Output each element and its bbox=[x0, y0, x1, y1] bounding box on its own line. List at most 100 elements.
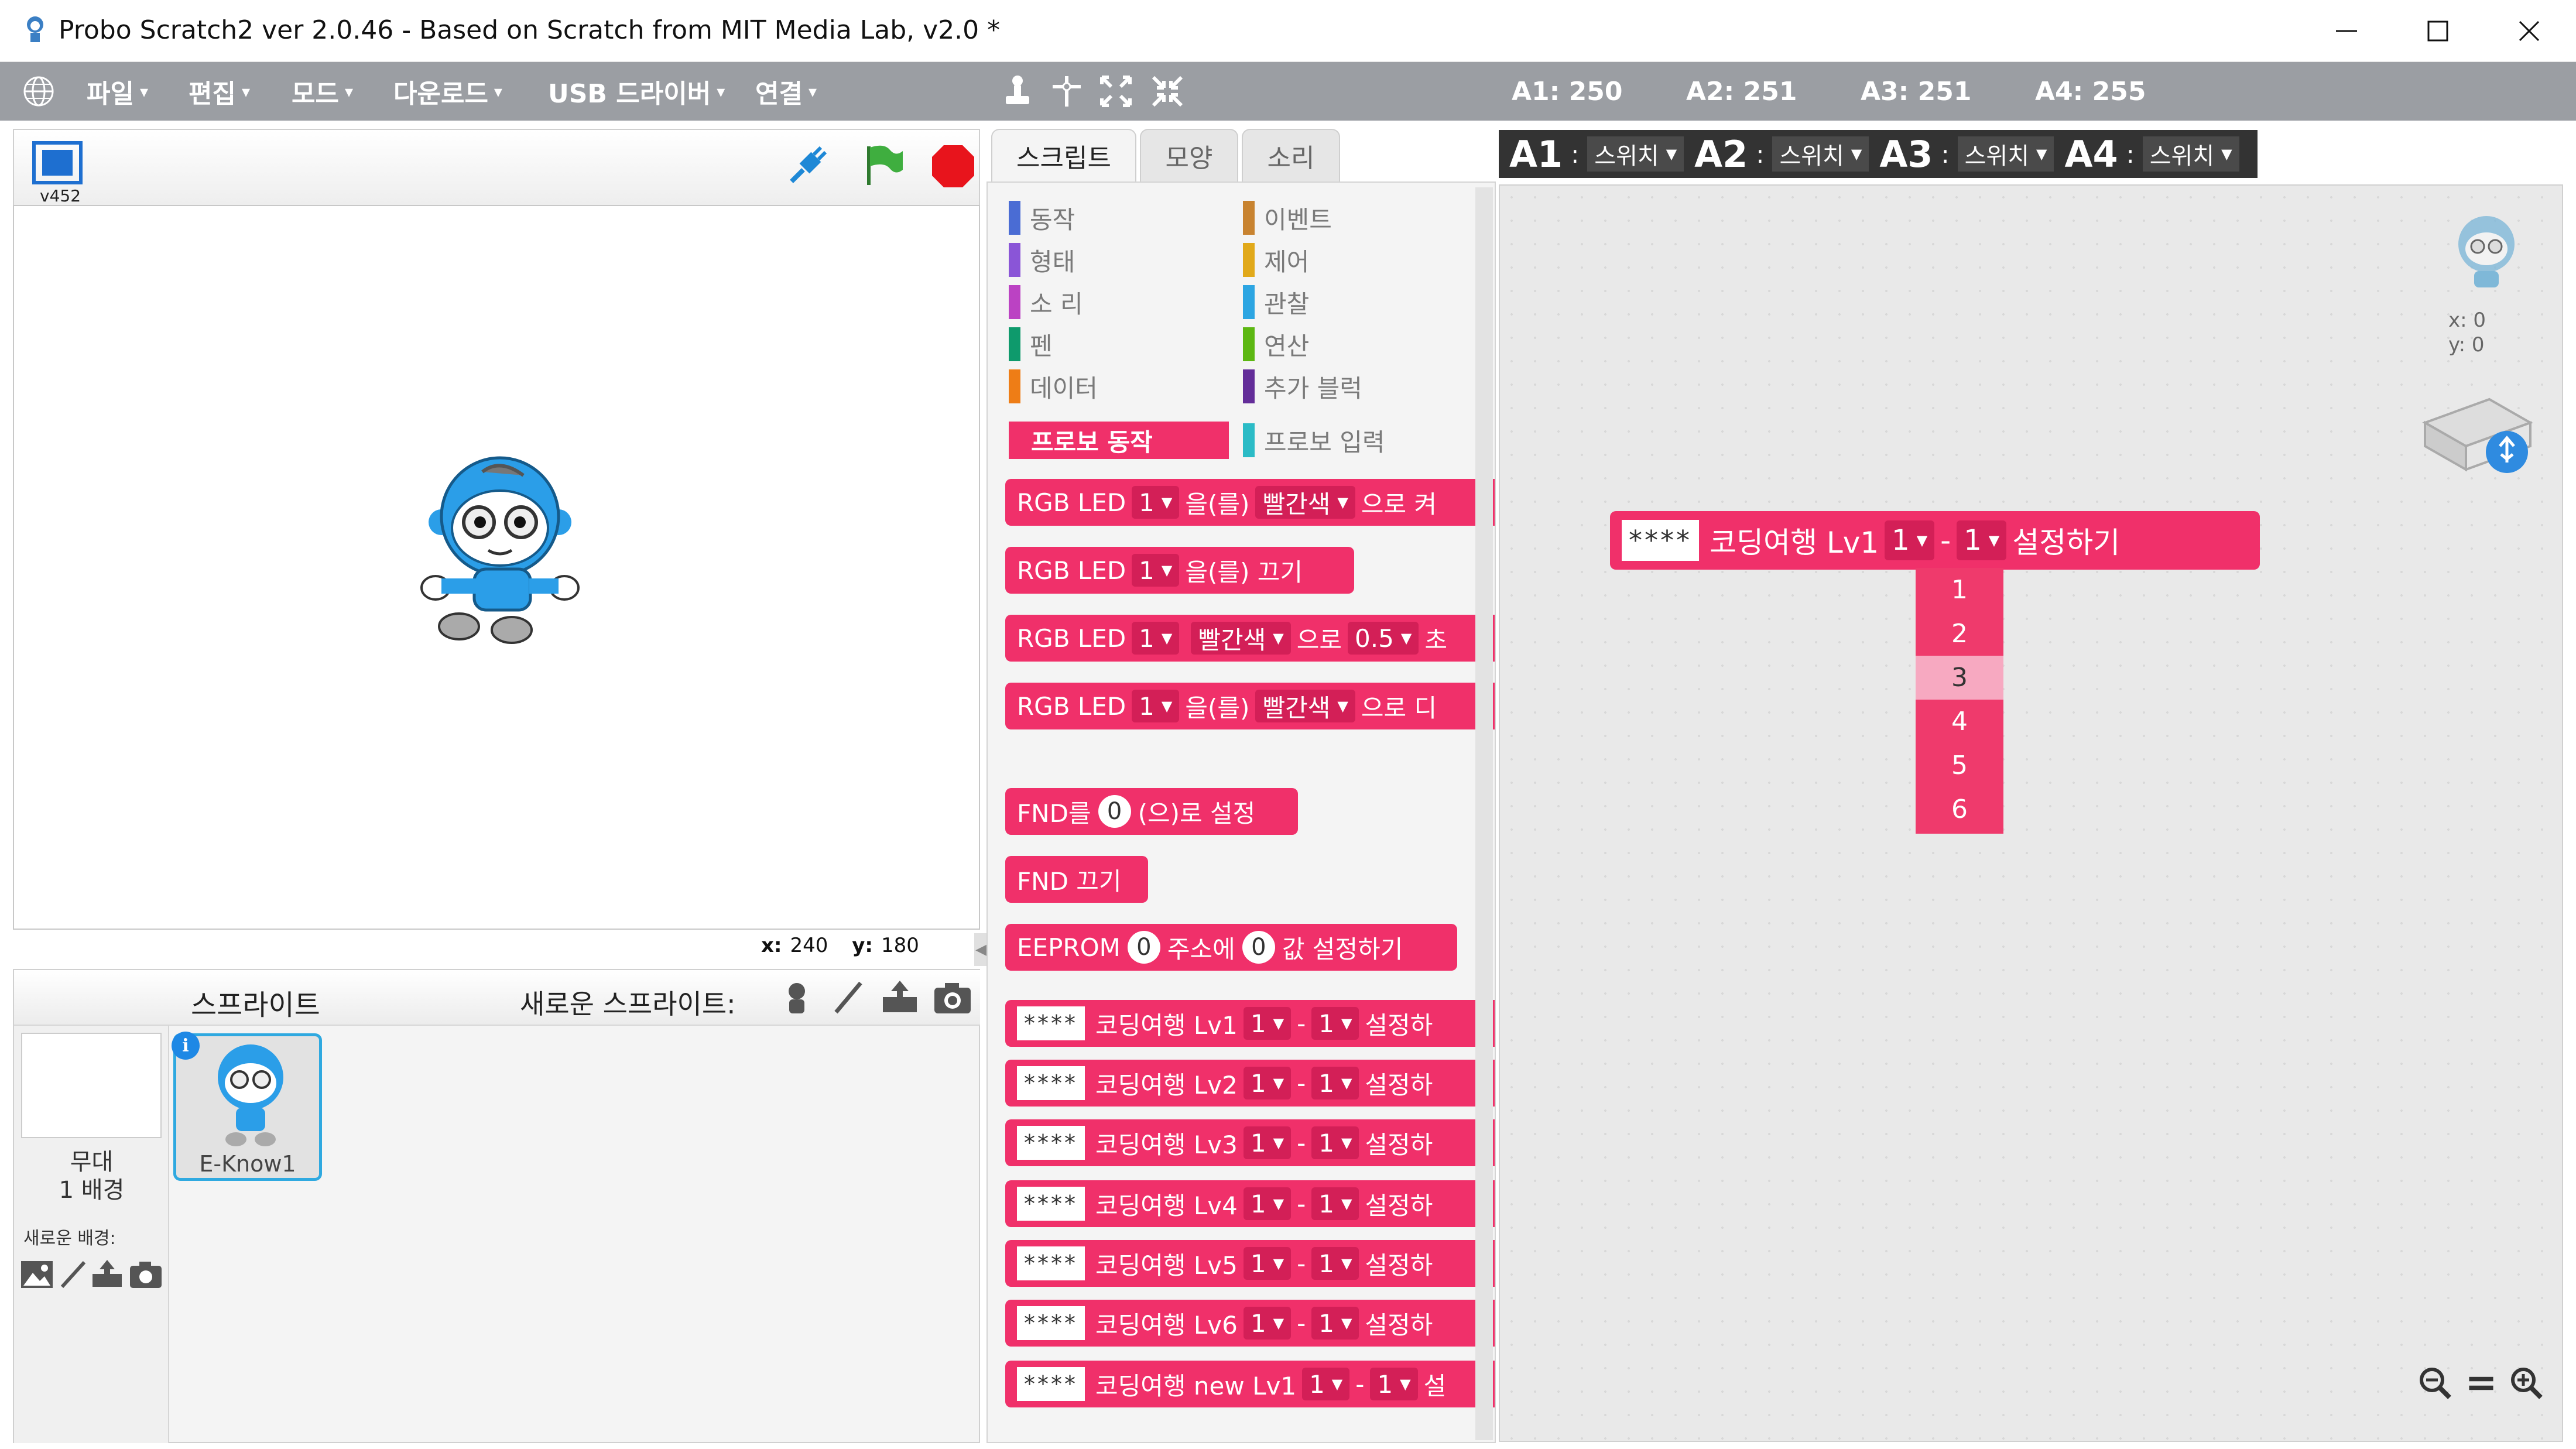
zoom-out-icon bbox=[2420, 1368, 2451, 1399]
connection-plug-icon[interactable] bbox=[785, 142, 831, 189]
script-block-first-select[interactable]: 1 ▼ bbox=[1885, 520, 1935, 560]
category-control[interactable]: 제어 bbox=[1243, 242, 1362, 278]
script-block-text-input[interactable]: **** bbox=[1622, 520, 1699, 561]
category-motion[interactable]: 동작 bbox=[1009, 200, 1098, 235]
switch-a1-select[interactable]: 스위치 ▼ bbox=[1587, 136, 1684, 172]
menu-connect[interactable]: 연결 ▾ bbox=[755, 62, 817, 121]
tab-costumes[interactable]: 모양 bbox=[1140, 129, 1238, 181]
paint-backdrop-icon[interactable] bbox=[59, 1260, 88, 1289]
block-coding-lv2[interactable]: **** 코딩여행 Lv2 1 ▼ - 1 ▼ 설정하 bbox=[1005, 1060, 1495, 1107]
sprite-info-icon[interactable]: i bbox=[170, 1030, 201, 1061]
switch-a2-select[interactable]: 스위치 ▼ bbox=[1772, 136, 1869, 172]
globe-icon[interactable] bbox=[22, 75, 55, 108]
category-operators[interactable]: 연산 bbox=[1243, 327, 1362, 362]
stage-thumbnail[interactable] bbox=[21, 1033, 162, 1138]
dropdown-option[interactable]: 6 bbox=[1916, 787, 2003, 831]
zoom-in-icon bbox=[2511, 1368, 2543, 1399]
category-probo-input[interactable]: 프로보 입력 bbox=[1243, 423, 1385, 458]
choose-backdrop-icon[interactable] bbox=[20, 1260, 54, 1289]
category-color-bar bbox=[1009, 243, 1020, 277]
dropdown-option[interactable]: 1 bbox=[1916, 568, 2003, 612]
sprite-tile-e-know1[interactable]: i E-Know1 bbox=[170, 1030, 322, 1181]
switch-a3-select[interactable]: 스위치 ▼ bbox=[1957, 136, 2054, 172]
category-color-bar bbox=[1009, 327, 1020, 361]
block-coding-lv4[interactable]: **** 코딩여행 Lv4 1 ▼ - 1 ▼ 설정하 bbox=[1005, 1180, 1495, 1227]
palette-scrollbar[interactable] bbox=[1475, 187, 1493, 1440]
paint-brush-icon[interactable] bbox=[829, 978, 868, 1017]
block-rgb-led-timed[interactable]: RGB LED 1 ▼ 빨간색 ▼ 으로 0.5 ▼ 초 bbox=[1005, 615, 1495, 662]
shrink-icon[interactable] bbox=[1149, 73, 1186, 110]
dropdown-option-highlighted[interactable]: 3 bbox=[1916, 656, 2003, 700]
block-coding-lv3[interactable]: **** 코딩여행 Lv3 1 ▼ - 1 ▼ 설정하 bbox=[1005, 1119, 1495, 1166]
zoom-out-button[interactable] bbox=[2414, 1362, 2457, 1405]
menu-bar: 파일 ▾ 편집 ▾ 모드 ▾ 다운로드 ▾ USB 드라이버 ▾ 연결 ▾ A1: 250 … bbox=[0, 62, 2576, 121]
zoom-in-button[interactable] bbox=[2506, 1362, 2548, 1405]
fullscreen-icon[interactable] bbox=[32, 141, 83, 185]
upload-sprite-icon[interactable] bbox=[879, 978, 920, 1017]
block-fnd-set[interactable]: FND를 0 (으)로 설정 bbox=[1005, 788, 1298, 835]
choose-sprite-icon[interactable] bbox=[777, 978, 816, 1017]
menu-mode[interactable]: 모드 ▾ bbox=[292, 62, 353, 121]
menu-file[interactable]: 파일 ▾ bbox=[87, 62, 148, 121]
category-color-bar bbox=[1243, 201, 1255, 235]
close-button[interactable] bbox=[2483, 0, 2575, 62]
block-coding-new-lv1[interactable]: **** 코딩여행 new Lv1 1 ▼ - 1 ▼ 설 bbox=[1005, 1361, 1495, 1407]
tab-scripts[interactable]: 스크립트 bbox=[991, 129, 1136, 181]
category-sensing[interactable]: 관찰 bbox=[1243, 285, 1362, 320]
category-color-bar bbox=[1009, 369, 1020, 403]
switch-a1-label: A1 bbox=[1509, 132, 1563, 176]
dropdown-option[interactable]: 5 bbox=[1916, 744, 2003, 787]
zoom-reset-button[interactable] bbox=[2460, 1362, 2502, 1405]
duplicate-stamp-icon[interactable] bbox=[999, 73, 1036, 110]
category-sound[interactable]: 소 리 bbox=[1009, 285, 1098, 320]
maximize-icon bbox=[2427, 20, 2448, 42]
category-events[interactable]: 이벤트 bbox=[1243, 200, 1362, 235]
block-rgb-led-off[interactable]: RGB LED 1 ▼ 을(를) 끄기 bbox=[1005, 547, 1354, 594]
robot-device-icon bbox=[2422, 398, 2533, 473]
stop-sign-icon[interactable] bbox=[931, 144, 975, 189]
cut-scissors-icon[interactable] bbox=[1048, 73, 1085, 110]
switch-a4-select[interactable]: 스위치 ▼ bbox=[2142, 136, 2239, 172]
block-rgb-led-dim[interactable]: RGB LED 1 ▼ 을(를) 빨간색 ▼ 으로 디 bbox=[1005, 683, 1495, 729]
block-coding-lv1[interactable]: **** 코딩여행 Lv1 1 ▼ - 1 ▼ 설정하 bbox=[1005, 1000, 1495, 1047]
minimize-button[interactable] bbox=[2301, 0, 2392, 62]
backdrop-camera-icon[interactable] bbox=[129, 1260, 163, 1289]
block-fnd-off[interactable]: FND 끄기 bbox=[1005, 856, 1148, 903]
green-flag-icon[interactable] bbox=[861, 142, 907, 189]
menu-usb-driver[interactable]: USB 드라이버 ▾ bbox=[548, 62, 725, 121]
category-data[interactable]: 데이터 bbox=[1009, 369, 1098, 404]
sprite-panel-header: 스프라이트 새로운 스프라이트: bbox=[14, 970, 980, 1026]
maximize-button[interactable] bbox=[2392, 0, 2483, 62]
switch-a2-label: A2 bbox=[1694, 132, 1748, 176]
sprite-thumbnail-character bbox=[218, 1044, 283, 1146]
block-eeprom-set[interactable]: EEPROM 0 주소에 0 값 설정하기 bbox=[1005, 924, 1457, 971]
category-probo-motion[interactable]: 프로보 동작 bbox=[1009, 422, 1229, 459]
script-area[interactable]: x: 0 y: 0 **** 코딩여행 Lv1 1 ▼ - 1 ▼ 설정하기 bbox=[1499, 184, 2563, 1442]
current-sprite-icon bbox=[2458, 216, 2515, 287]
new-sprite-label: 새로운 스프라이트: bbox=[520, 988, 736, 1020]
block-coding-lv5[interactable]: **** 코딩여행 Lv5 1 ▼ - 1 ▼ 설정하 bbox=[1005, 1240, 1495, 1287]
category-pen[interactable]: 펜 bbox=[1009, 327, 1098, 362]
grow-icon[interactable] bbox=[1097, 73, 1135, 110]
version-label: v452 bbox=[40, 186, 81, 205]
category-looks[interactable]: 형태 bbox=[1009, 242, 1098, 278]
dropdown-option[interactable]: 4 bbox=[1916, 700, 2003, 744]
stage-coordinates: x: 240 y: 180 bbox=[761, 934, 919, 957]
menu-download[interactable]: 다운로드 ▾ bbox=[393, 62, 502, 121]
script-block-second-select[interactable]: 1 ▼ bbox=[1957, 520, 2007, 560]
tab-sounds[interactable]: 소리 bbox=[1242, 129, 1340, 181]
camera-icon[interactable] bbox=[932, 979, 973, 1016]
stage-canvas[interactable] bbox=[13, 205, 980, 930]
dropdown-option[interactable]: 2 bbox=[1916, 612, 2003, 656]
category-color-bar bbox=[1243, 369, 1255, 403]
script-block-coding-lv1[interactable]: **** 코딩여행 Lv1 1 ▼ - 1 ▼ 설정하기 bbox=[1610, 511, 2260, 570]
category-more-blocks[interactable]: 추가 블럭 bbox=[1243, 369, 1362, 404]
block-coding-lv6[interactable]: **** 코딩여행 Lv6 1 ▼ - 1 ▼ 설정하 bbox=[1005, 1300, 1495, 1347]
menu-edit[interactable]: 편집 ▾ bbox=[189, 62, 250, 121]
upload-backdrop-icon[interactable] bbox=[90, 1259, 124, 1289]
sprite-e-know-character[interactable] bbox=[418, 452, 582, 645]
block-rgb-led-on[interactable]: RGB LED 1 ▼ 을(를) 빨간색 ▼ 으로 켜 bbox=[1005, 479, 1495, 526]
category-color-bar bbox=[1243, 327, 1255, 361]
category-color-bar bbox=[1243, 243, 1255, 277]
minimize-icon bbox=[2336, 30, 2357, 32]
